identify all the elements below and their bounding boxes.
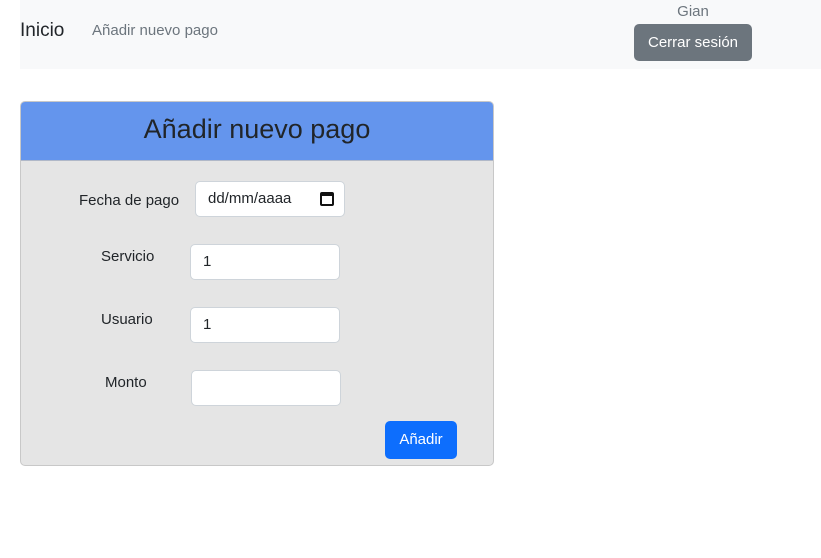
payment-date-label: Fecha de pago [79,192,180,209]
payment-date-input[interactable]: dd/mm/aaaa [195,181,345,217]
service-input[interactable]: 1 [190,244,340,280]
card-header: Añadir nuevo pago [21,102,493,161]
add-payment-card: Añadir nuevo pago Fecha de pago dd/mm/aa… [20,101,494,466]
user-label: Usuario [101,311,153,328]
nav-link-add-payment[interactable]: Añadir nuevo pago [92,22,218,40]
navbar: Inicio Añadir nuevo pago Gian Cerrar ses… [20,0,821,69]
amount-label: Monto [105,374,147,391]
service-label: Servicio [101,248,155,265]
brand-link-inicio[interactable]: Inicio [20,20,64,42]
payment-date-value: dd/mm/aaaa [208,190,292,207]
logout-button[interactable]: Cerrar sesión [634,24,752,61]
user-input[interactable]: 1 [190,307,340,343]
page-title: Añadir nuevo pago [143,114,371,144]
user-name: Gian [677,3,709,20]
calendar-icon[interactable] [320,192,334,206]
add-button[interactable]: Añadir [385,421,457,459]
amount-input[interactable] [191,370,341,406]
